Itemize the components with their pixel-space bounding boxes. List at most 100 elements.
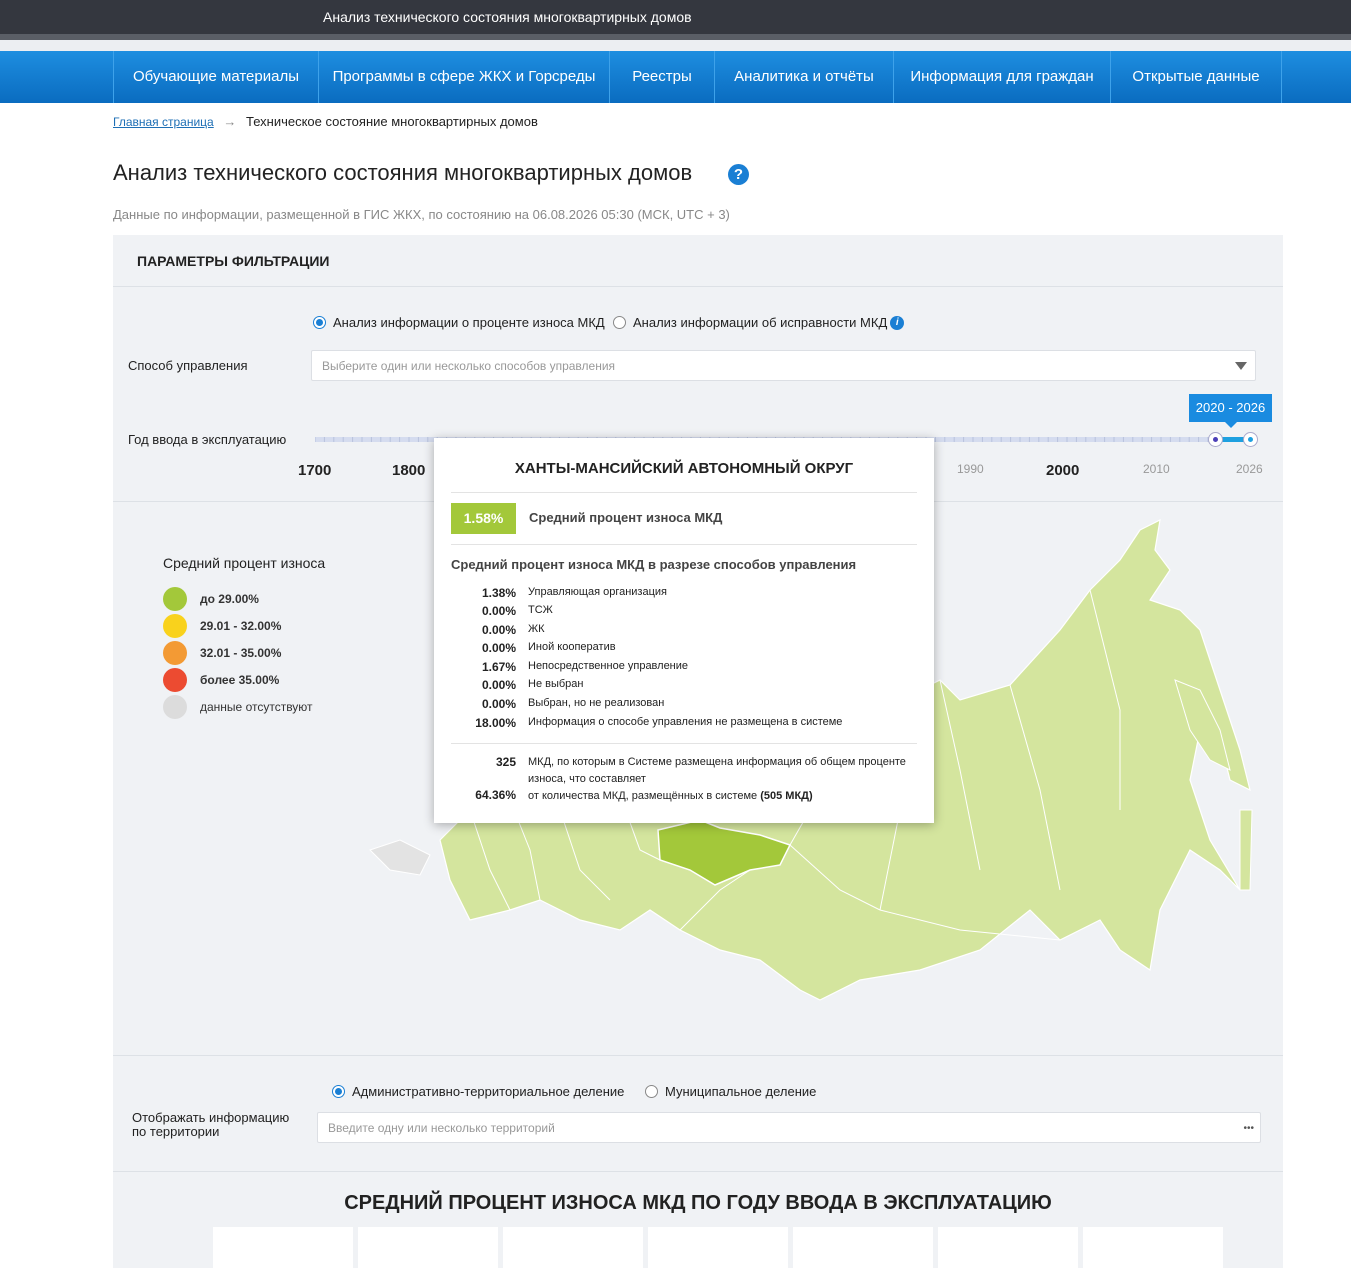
breadcrumb-home-link[interactable]: Главная страница — [113, 115, 214, 129]
legend-label: более 35.00% — [200, 673, 280, 687]
legend-label: данные отсутствуют — [200, 700, 313, 714]
app-title: Анализ технического состояния многокварт… — [323, 9, 692, 25]
legend-title: Средний процент износа — [163, 555, 326, 571]
divider — [451, 743, 917, 744]
count-value: 325 — [495, 755, 516, 769]
nav-item-learning[interactable]: Обучающие материалы — [114, 51, 318, 103]
tick-label: 2010 — [1143, 462, 1170, 476]
legend-swatch — [163, 695, 187, 719]
count-text: МКД, по которым в Системе размещена инфо… — [528, 756, 906, 785]
legend-label: 32.01 - 35.00% — [200, 646, 282, 660]
info-icon[interactable]: i — [890, 315, 905, 330]
legend-swatch — [163, 668, 187, 692]
chevron-down-icon[interactable] — [1235, 362, 1247, 370]
management-select[interactable]: Выберите один или несколько способов упр… — [311, 350, 1256, 381]
radio-admin-division[interactable]: Административно-территориальное деление — [332, 1084, 624, 1099]
row-value: 0.00% — [481, 697, 516, 711]
chart-card — [938, 1227, 1078, 1268]
divider — [113, 1055, 1283, 1056]
year-range-tooltip: 2020 - 2026 — [1189, 394, 1272, 428]
chart-section-title: СРЕДНИЙ ПРОЦЕНТ ИЗНОСА МКД ПО ГОДУ ВВОДА… — [344, 1192, 1052, 1214]
chart-card — [648, 1227, 788, 1268]
chart-card — [503, 1227, 643, 1268]
map-region-caucasus[interactable] — [369, 839, 431, 876]
divider — [451, 492, 917, 493]
territory-placeholder: Введите одну или несколько территорий — [328, 1121, 555, 1135]
legend-swatch — [163, 587, 187, 611]
breadcrumb-current: Техническое состояние многоквартирных до… — [245, 114, 538, 129]
legend-item: 32.01 - 35.00% — [163, 641, 281, 665]
row-value: 1.67% — [481, 660, 516, 674]
nav-item-analytics[interactable]: Аналитика и отчёты — [715, 51, 893, 103]
legend-item: более 35.00% — [163, 668, 279, 692]
filter-header: ПАРАМЕТРЫ ФИЛЬТРАЦИИ — [137, 253, 330, 269]
nav-item-registries[interactable]: Реестры — [610, 51, 714, 103]
help-icon[interactable]: ? — [728, 164, 749, 185]
management-placeholder: Выберите один или несколько способов упр… — [322, 359, 616, 373]
tick-label: 2000 — [1046, 462, 1080, 479]
row-name: Информация о способе управления не разме… — [528, 716, 843, 728]
radio-dot[interactable] — [645, 1085, 658, 1098]
legend-item: до 29.00% — [163, 587, 259, 611]
row-name: ТСЖ — [528, 604, 553, 616]
radio-serviceability-analysis[interactable]: Анализ информации об исправности МКД i — [613, 315, 905, 330]
percent-value: 64.36% — [475, 788, 516, 802]
avg-value-badge: 1.58% — [451, 503, 516, 534]
row-name: Выбран, но не реализован — [528, 697, 665, 709]
window-titlebar: Анализ технического состояния многокварт… — [0, 0, 1351, 34]
tooltip-title: ХАНТЫ-МАНСИЙСКИЙ АВТОНОМНЫЙ ОКРУГ — [514, 460, 854, 477]
chart-card — [793, 1227, 933, 1268]
radio-municipal-division[interactable]: Муниципальное деление — [645, 1084, 816, 1099]
breadcrumb-arrow-icon: → — [223, 114, 237, 129]
tick-label: 1700 — [298, 462, 332, 479]
tooltip-section-title: Средний процент износа МКД в разрезе спо… — [451, 557, 857, 572]
breadcrumb: Главная страница → Техническое состояние… — [113, 114, 538, 129]
tooltip-footnote: МКД, по которым в Системе размещена инфо… — [528, 754, 908, 805]
row-name: Иной кооператив — [528, 641, 616, 653]
tick-label: 1990 — [957, 462, 984, 476]
map-region-sakhalin[interactable] — [1239, 809, 1253, 891]
row-value: 0.00% — [481, 678, 516, 692]
divider — [451, 544, 917, 545]
row-value: 1.38% — [481, 586, 516, 600]
region-tooltip: ХАНТЫ-МАНСИЙСКИЙ АВТОНОМНЫЙ ОКРУГ 1.58% … — [434, 438, 934, 823]
divider — [113, 1171, 1283, 1172]
chart-card — [1083, 1227, 1223, 1268]
radio-label: Анализ информации об исправности МКД — [633, 315, 888, 330]
row-value: 0.00% — [481, 604, 516, 618]
nav-separator — [1281, 51, 1282, 103]
legend-swatch — [163, 614, 187, 638]
row-name: Не выбран — [528, 678, 584, 690]
divider — [0, 40, 1351, 51]
radio-label: Муниципальное деление — [665, 1084, 817, 1099]
row-name: ЖК — [528, 623, 545, 635]
radio-dot[interactable] — [613, 316, 626, 329]
divider — [113, 286, 1283, 287]
radio-wear-analysis[interactable]: Анализ информации о проценте износа МКД — [313, 315, 605, 330]
year-label: Год ввода в эксплуатацию — [128, 432, 287, 447]
page-title: Анализ технического состояния многокварт… — [113, 160, 693, 185]
radio-label: Административно-территориальное деление — [352, 1084, 625, 1099]
legend-item: 29.01 - 32.00% — [163, 614, 281, 638]
legend-item: данные отсутствуют — [163, 695, 313, 719]
row-value: 18.00% — [475, 716, 516, 730]
tick-label: 1800 — [392, 462, 426, 479]
nav-item-open-data[interactable]: Открытые данные — [1111, 51, 1281, 103]
nav-item-programs[interactable]: Программы в сфере ЖКХ и Горсреды — [319, 51, 609, 103]
radio-dot[interactable] — [313, 316, 326, 329]
territory-label: Отображать информацию по территории — [132, 1110, 290, 1139]
row-value: 0.00% — [481, 641, 516, 655]
more-icon[interactable]: ••• — [1243, 1113, 1254, 1144]
territory-input[interactable]: Введите одну или несколько территорий ••… — [317, 1112, 1261, 1143]
row-value: 0.00% — [481, 623, 516, 637]
tick-label: 2026 — [1236, 462, 1263, 476]
radio-label: Анализ информации о проценте износа МКД — [333, 315, 605, 330]
chart-card — [358, 1227, 498, 1268]
year-slider-handle-start[interactable] — [1208, 432, 1223, 447]
avg-value-label: Средний процент износа МКД — [529, 510, 723, 525]
row-name: Непосредственное управление — [528, 660, 689, 672]
radio-dot[interactable] — [332, 1085, 345, 1098]
year-slider-handle-end[interactable] — [1243, 432, 1258, 447]
nav-item-citizens[interactable]: Информация для граждан — [894, 51, 1110, 103]
legend-label: до 29.00% — [200, 592, 259, 606]
